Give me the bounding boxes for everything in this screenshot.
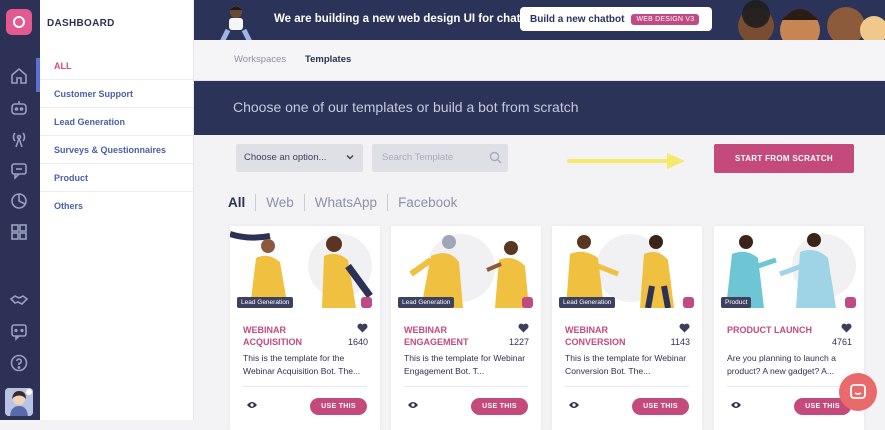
tab-workspaces[interactable]: Workspaces bbox=[234, 54, 286, 65]
feedback-icon[interactable] bbox=[9, 321, 29, 341]
broadcast-icon[interactable] bbox=[9, 129, 29, 149]
search-icon bbox=[489, 151, 502, 164]
card-illustration bbox=[230, 226, 380, 308]
use-this-button[interactable]: USE THIS bbox=[632, 398, 689, 415]
app-logo-icon[interactable] bbox=[6, 9, 32, 35]
web-channel-icon bbox=[845, 297, 856, 308]
build-chatbot-label: Build a new chatbot bbox=[530, 13, 625, 25]
card-divider bbox=[565, 386, 689, 387]
template-title: WEBINAR ACQUISITION bbox=[243, 325, 303, 347]
banner-message: We are building a new web design UI for … bbox=[274, 13, 545, 25]
faces-illustration bbox=[738, 0, 885, 40]
card-divider bbox=[727, 386, 851, 387]
chevron-down-icon bbox=[346, 155, 354, 160]
card-illustration bbox=[391, 226, 541, 308]
dropdown-label: Choose an option... bbox=[244, 152, 327, 163]
template-title: WEBINAR ENGAGEMENT bbox=[404, 325, 469, 347]
web-channel-icon bbox=[361, 297, 372, 308]
filter-web[interactable]: Web bbox=[266, 195, 294, 210]
sidebar-item-lead-generation[interactable]: Lead Generation bbox=[40, 108, 193, 136]
heart-icon[interactable] bbox=[841, 323, 852, 333]
card-divider bbox=[404, 386, 528, 387]
card-illustration bbox=[552, 226, 702, 308]
like-count: 1227 bbox=[508, 337, 529, 347]
sidebar-item-others[interactable]: Others bbox=[40, 192, 193, 220]
help-icon[interactable] bbox=[9, 353, 29, 373]
sidebar-item-all[interactable]: ALL bbox=[40, 52, 193, 80]
card-divider bbox=[243, 386, 367, 387]
category-tag: Lead Generation bbox=[559, 297, 616, 308]
filter-divider bbox=[255, 193, 257, 211]
chat-bubble-icon bbox=[850, 384, 866, 399]
banner-illustration bbox=[220, 6, 252, 40]
category-sidebar: DASHBOARD ALL Customer Support Lead Gene… bbox=[40, 0, 194, 420]
category-tag: Lead Generation bbox=[398, 297, 455, 308]
like-count: 1143 bbox=[670, 337, 690, 347]
filter-divider bbox=[387, 193, 389, 211]
sidebar-item-surveys[interactable]: Surveys & Questionnaires bbox=[40, 136, 193, 164]
sidebar-item-customer-support[interactable]: Customer Support bbox=[40, 80, 193, 108]
template-description: Are you planning to launch a product? A … bbox=[727, 353, 836, 376]
preview-eye-icon[interactable] bbox=[568, 401, 580, 409]
heart-icon[interactable] bbox=[518, 323, 529, 333]
use-this-button[interactable]: USE THIS bbox=[310, 398, 367, 415]
template-card[interactable]: Lead Generation WEBINAR ACQUISITION 1640… bbox=[230, 226, 380, 430]
use-this-button[interactable]: USE THIS bbox=[471, 398, 528, 415]
template-card[interactable]: Lead Generation WEBINAR CONVERSION 1143 … bbox=[552, 226, 702, 430]
template-description: This is the template for the Webinar Acq… bbox=[243, 353, 361, 376]
template-description: This is the template for Webinar Convers… bbox=[565, 353, 687, 376]
template-search-input[interactable]: Search Template bbox=[372, 144, 508, 172]
hero-text: Choose one of our templates or build a b… bbox=[233, 99, 579, 115]
search-placeholder: Search Template bbox=[382, 152, 454, 163]
preview-eye-icon[interactable] bbox=[407, 401, 419, 409]
analytics-icon[interactable] bbox=[9, 191, 29, 211]
filter-facebook[interactable]: Facebook bbox=[398, 195, 457, 210]
web-design-tag: WEB DESIGN V3 bbox=[631, 13, 700, 25]
filter-divider bbox=[303, 193, 305, 211]
start-from-scratch-button[interactable]: START FROM SCRATCH bbox=[714, 144, 854, 173]
apps-grid-icon[interactable] bbox=[9, 222, 29, 242]
home-icon[interactable] bbox=[9, 66, 29, 86]
hero-band: Choose one of our templates or build a b… bbox=[194, 81, 885, 135]
like-count: 4761 bbox=[831, 337, 852, 347]
like-count: 1640 bbox=[347, 337, 368, 347]
template-card[interactable]: Lead Generation WEBINAR ENGAGEMENT 1227 … bbox=[391, 226, 541, 430]
preview-eye-icon[interactable] bbox=[730, 401, 742, 409]
icon-rail bbox=[0, 0, 40, 420]
chat-widget-button[interactable] bbox=[839, 373, 877, 411]
sidebar-header: DASHBOARD bbox=[47, 18, 115, 29]
heart-icon[interactable] bbox=[357, 323, 368, 333]
filter-all[interactable]: All bbox=[228, 195, 245, 210]
templates-main: Choose an option... Search Template STAR… bbox=[194, 135, 885, 430]
user-avatar[interactable] bbox=[5, 388, 33, 416]
chat-icon[interactable] bbox=[9, 160, 29, 180]
channel-filters: All Web WhatsApp Facebook bbox=[228, 193, 457, 211]
arrow-pointer-icon bbox=[567, 153, 685, 169]
top-tabs: Workspaces Templates bbox=[194, 40, 885, 81]
announcement-banner: We are building a new web design UI for … bbox=[194, 0, 885, 40]
template-title: PRODUCT LAUNCH bbox=[727, 325, 812, 335]
web-channel-icon bbox=[683, 297, 694, 308]
handshake-icon[interactable] bbox=[9, 290, 29, 310]
tab-templates[interactable]: Templates bbox=[305, 54, 351, 65]
category-dropdown[interactable]: Choose an option... bbox=[236, 144, 363, 172]
category-tag: Lead Generation bbox=[237, 297, 294, 308]
template-title: WEBINAR CONVERSION bbox=[565, 325, 626, 347]
build-chatbot-button[interactable]: Build a new chatbot WEB DESIGN V3 bbox=[520, 7, 712, 31]
category-tag: Product bbox=[721, 297, 752, 308]
card-illustration bbox=[714, 226, 864, 308]
heart-icon[interactable] bbox=[679, 323, 690, 333]
template-description: This is the template for Webinar Engagem… bbox=[404, 353, 526, 376]
sidebar-item-product[interactable]: Product bbox=[40, 164, 193, 192]
bot-icon[interactable] bbox=[9, 98, 29, 118]
filter-whatsapp[interactable]: WhatsApp bbox=[315, 195, 377, 210]
web-channel-icon bbox=[522, 297, 533, 308]
preview-eye-icon[interactable] bbox=[246, 401, 258, 409]
